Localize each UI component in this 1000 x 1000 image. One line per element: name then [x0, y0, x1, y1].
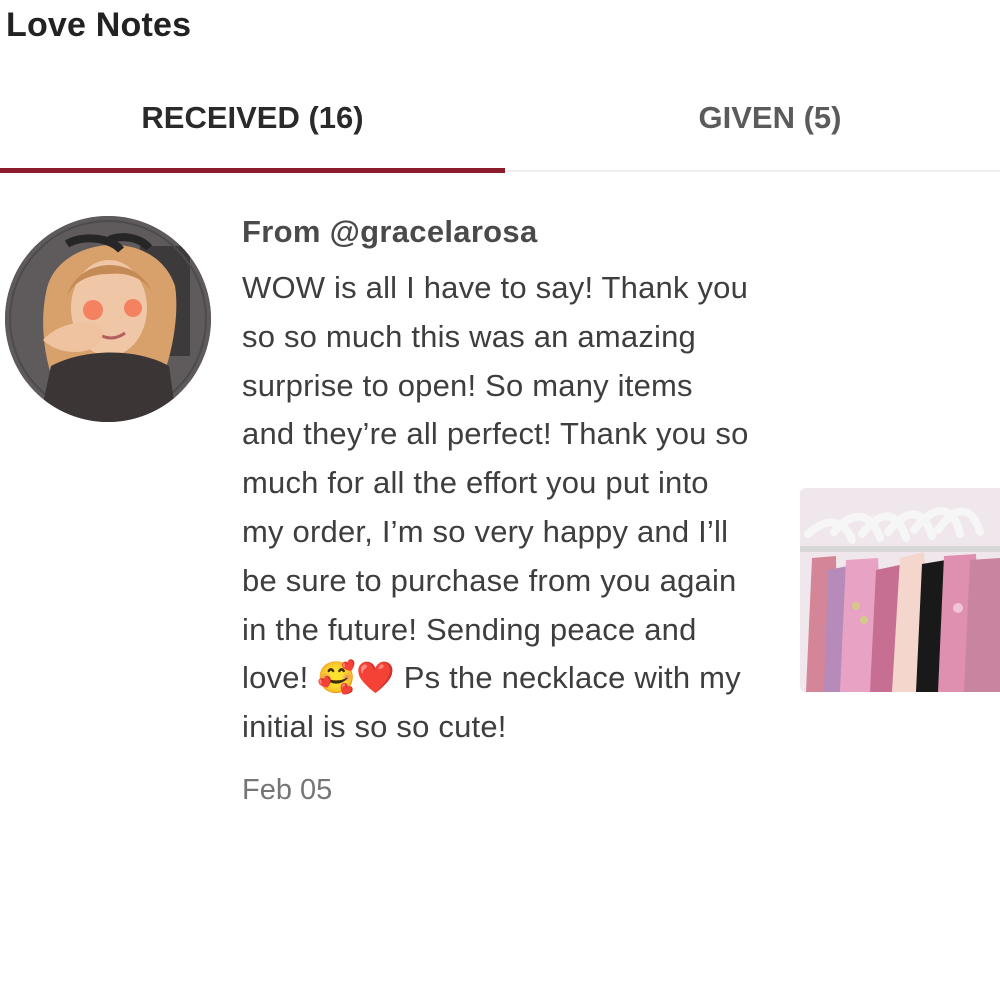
sender-avatar[interactable] [5, 216, 211, 422]
love-notes-screen: Love Notes RECEIVED (16) GIVEN (5) From … [0, 0, 1000, 1000]
love-note-card: From @gracelarosa WOW is all I have to s… [0, 172, 1000, 1000]
note-message: WOW is all I have to say! Thank you so s… [242, 270, 749, 745]
note-sender[interactable]: From @gracelarosa [242, 214, 762, 250]
note-photo-thumbnail[interactable] [800, 488, 1000, 692]
note-content: From @gracelarosa WOW is all I have to s… [242, 214, 762, 807]
note-date: Feb 05 [242, 773, 333, 806]
tab-received[interactable]: RECEIVED (16) [0, 68, 505, 173]
love-notes-tabs: RECEIVED (16) GIVEN (5) [0, 68, 1000, 173]
tab-given[interactable]: GIVEN (5) [520, 68, 1000, 168]
page-title: Love Notes [6, 6, 192, 44]
